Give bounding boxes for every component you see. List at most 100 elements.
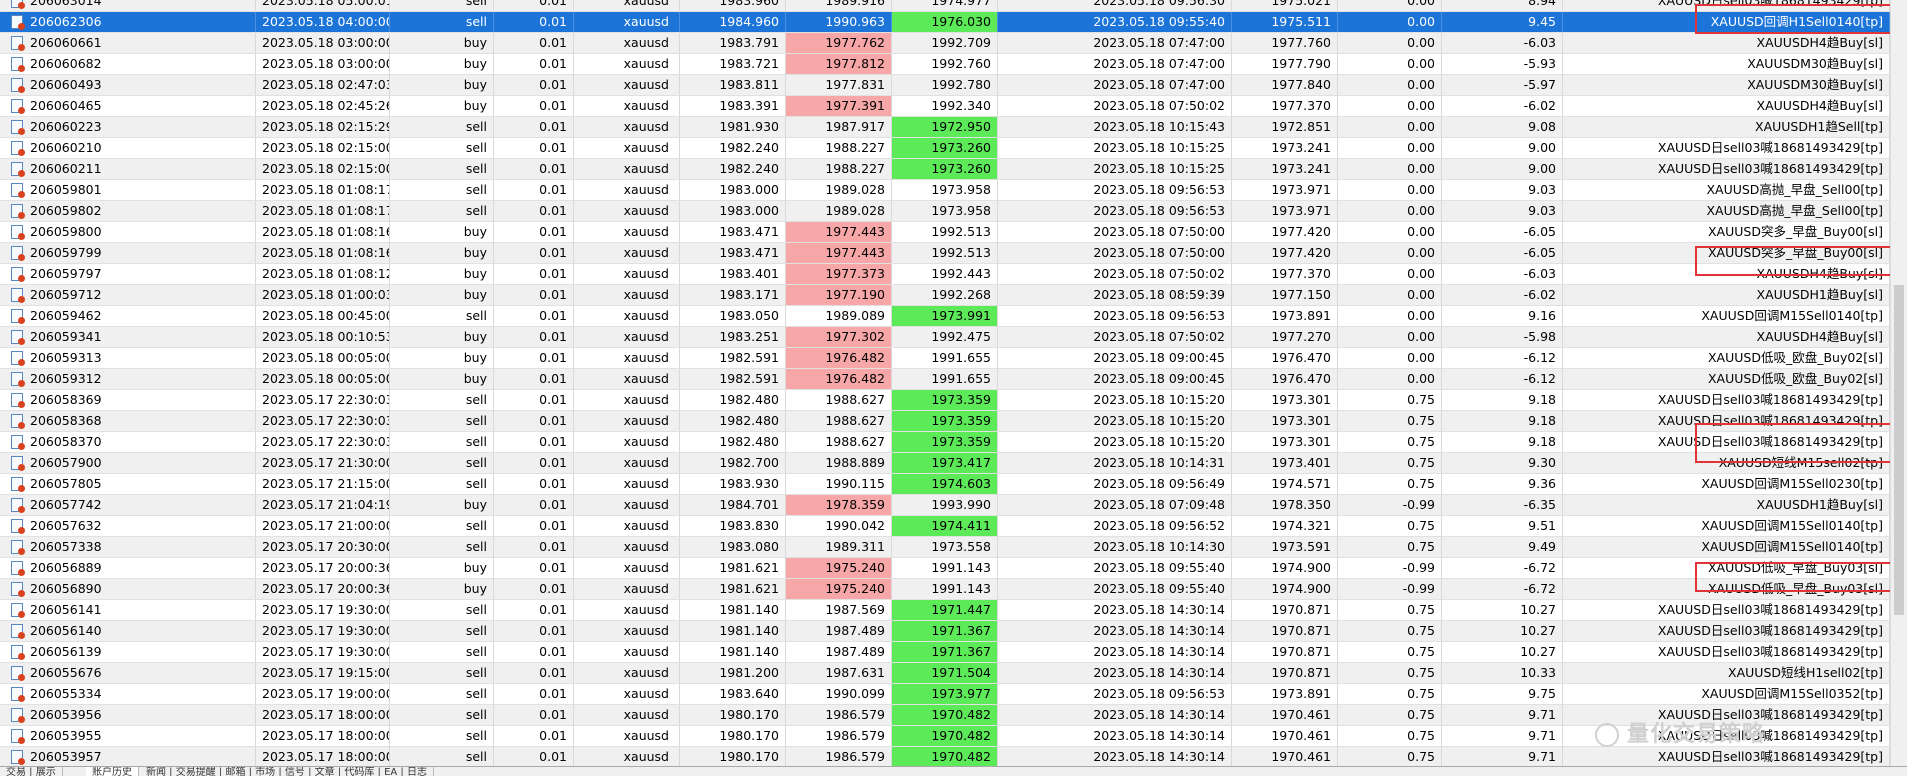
cell-open-time: 2023.05.18 04:00:00 [256,12,390,32]
cell-symbol: xauusd [574,663,680,683]
table-row[interactable]: 206063014 2023.05.18 05:00:01 sell 0.01 xauu… [0,0,1890,12]
table-row[interactable]: 206060223 2023.05.18 02:15:29 sell 0.01 xauu… [0,117,1890,138]
ticket-number: 206059799 [30,245,102,260]
ticket-number: 206060465 [30,98,102,113]
cell-comment: XAUUSD日sell03喊18681493429[tp] [1563,159,1890,179]
table-row[interactable]: 206059341 2023.05.18 00:10:53 buy 0.01 xauus… [0,327,1890,348]
table-row[interactable]: 206059800 2023.05.18 01:08:16 buy 0.01 xauus… [0,222,1890,243]
table-row[interactable]: 206058369 2023.05.17 22:30:03 sell 0.01 xauu… [0,390,1890,411]
table-row[interactable]: 206057900 2023.05.17 21:30:00 sell 0.01 xauu… [0,453,1890,474]
cell-sl: 1977.302 [786,327,892,347]
cell-tp: 1992.268 [892,285,998,305]
cell-commission: 0.75 [1338,642,1442,662]
cell-comment: XAUUSDH4趋Buy[sl] [1563,264,1890,284]
tab-account-history[interactable]: 账户历史 [86,767,139,776]
order-history-icon [11,519,25,534]
cell-type: sell [390,201,494,221]
cell-tp: 1973.958 [892,180,998,200]
cell-ticket: 206060682 [0,54,256,74]
order-history-icon [11,330,25,345]
cell-ticket: 206057805 [0,474,256,494]
cell-close-price: 1975.511 [1232,12,1338,32]
table-row[interactable]: 206060210 2023.05.18 02:15:00 sell 0.01 xauu… [0,138,1890,159]
table-row[interactable]: 206056889 2023.05.17 20:00:36 buy 0.01 xauus… [0,558,1890,579]
ticket-number: 206056889 [30,560,102,575]
table-row[interactable]: 206057338 2023.05.17 20:30:00 sell 0.01 xauu… [0,537,1890,558]
cell-open-time: 2023.05.17 22:30:03 [256,390,390,410]
cell-comment: XAUUSDH4趋Buy[sl] [1563,327,1890,347]
table-row[interactable]: 206060682 2023.05.18 03:00:00 buy 0.01 xauus… [0,54,1890,75]
table-row[interactable]: 206059799 2023.05.18 01:08:16 buy 0.01 xauus… [0,243,1890,264]
table-row[interactable]: 206058370 2023.05.17 22:30:03 sell 0.01 xauu… [0,432,1890,453]
cell-profit: 9.03 [1442,201,1563,221]
table-row[interactable]: 206060211 2023.05.18 02:15:00 sell 0.01 xauu… [0,159,1890,180]
cell-open-price: 1981.621 [680,579,786,599]
cell-sl: 1977.391 [786,96,892,116]
table-row[interactable]: 206059802 2023.05.18 01:08:17 sell 0.01 xauu… [0,201,1890,222]
table-row[interactable]: 206056890 2023.05.17 20:00:36 buy 0.01 xauus… [0,579,1890,600]
table-row[interactable]: 206059313 2023.05.18 00:05:00 buy 0.01 xauus… [0,348,1890,369]
cell-close-time: 2023.05.18 14:30:14 [998,705,1232,725]
table-row[interactable]: 206060661 2023.05.18 03:00:00 buy 0.01 xauus… [0,33,1890,54]
cell-volume: 0.01 [494,54,574,74]
cell-profit: 9.51 [1442,516,1563,536]
cell-open-time: 2023.05.17 21:15:00 [256,474,390,494]
cell-sl: 1990.042 [786,516,892,536]
table-row[interactable]: 206055334 2023.05.17 19:00:00 sell 0.01 xauu… [0,684,1890,705]
cell-close-time: 2023.05.18 07:50:02 [998,96,1232,116]
cell-comment: XAUUSDM30趋Buy[sl] [1563,75,1890,95]
ticket-number: 206062306 [30,14,102,29]
cell-commission: 0.75 [1338,537,1442,557]
table-row[interactable]: 206060465 2023.05.18 02:45:26 buy 0.01 xauus… [0,96,1890,117]
order-history-icon [11,99,25,114]
cell-type: sell [390,642,494,662]
cell-close-price: 1970.461 [1232,705,1338,725]
cell-sl: 1988.627 [786,411,892,431]
table-row[interactable]: 206057742 2023.05.17 21:04:19 buy 0.01 xauus… [0,495,1890,516]
cell-sl: 1988.627 [786,390,892,410]
cell-symbol: xauusd [574,621,680,641]
cell-ticket: 206060223 [0,117,256,137]
cell-type: sell [390,432,494,452]
ticket-number: 206060682 [30,56,102,71]
cell-commission: 0.75 [1338,747,1442,766]
cell-symbol: xauusd [574,96,680,116]
table-row[interactable]: 206060493 2023.05.18 02:47:03 buy 0.01 xauus… [0,75,1890,96]
cell-volume: 0.01 [494,621,574,641]
tab-others[interactable]: 新闻 | 交易提醒 | 邮箱 | 市场 | 信号 | 文章 | 代码库 | EA… [140,767,434,776]
cell-comment: XAUUSD日sell03喊18681493429[tp] [1563,642,1890,662]
table-row[interactable]: 206056141 2023.05.17 19:30:00 sell 0.01 xauu… [0,600,1890,621]
table-row[interactable]: 206057805 2023.05.17 21:15:00 sell 0.01 xauu… [0,474,1890,495]
table-row[interactable]: 206053957 2023.05.17 18:00:00 sell 0.01 xauu… [0,747,1890,766]
table-row[interactable]: 206055676 2023.05.17 19:15:00 sell 0.01 xauu… [0,663,1890,684]
cell-tp: 1991.143 [892,579,998,599]
cell-profit: 9.00 [1442,138,1563,158]
cell-open-price: 1981.930 [680,117,786,137]
cell-type: buy [390,369,494,389]
tab-trade[interactable]: 交易 | 展示 [0,767,63,776]
cell-symbol: xauusd [574,537,680,557]
table-row[interactable]: 206059801 2023.05.18 01:08:17 sell 0.01 xauu… [0,180,1890,201]
table-row[interactable]: 206059462 2023.05.18 00:45:00 sell 0.01 xauu… [0,306,1890,327]
cell-open-price: 1983.930 [680,474,786,494]
table-row[interactable]: 206056139 2023.05.17 19:30:00 sell 0.01 xauu… [0,642,1890,663]
table-row[interactable]: 206058368 2023.05.17 22:30:03 sell 0.01 xauu… [0,411,1890,432]
table-row[interactable]: 206059712 2023.05.18 01:00:03 buy 0.01 xauus… [0,285,1890,306]
table-row[interactable]: 206059797 2023.05.18 01:08:12 buy 0.01 xauus… [0,264,1890,285]
cell-open-price: 1980.170 [680,747,786,766]
ticket-number: 206060661 [30,35,102,50]
cell-close-time: 2023.05.18 14:30:14 [998,726,1232,746]
table-row[interactable]: 206059312 2023.05.18 00:05:00 buy 0.01 xauus… [0,369,1890,390]
cell-close-time: 2023.05.18 09:56:53 [998,684,1232,704]
vertical-scrollbar[interactable] [1890,0,1907,766]
cell-volume: 0.01 [494,33,574,53]
scrollbar-thumb[interactable] [1894,285,1904,615]
cell-profit: -6.02 [1442,285,1563,305]
table-row[interactable]: 206057632 2023.05.17 21:00:00 sell 0.01 xauu… [0,516,1890,537]
cell-commission: -0.99 [1338,495,1442,515]
cell-ticket: 206060210 [0,138,256,158]
table-row[interactable]: 206056140 2023.05.17 19:30:00 sell 0.01 xauu… [0,621,1890,642]
table-row[interactable]: 206062306 2023.05.18 04:00:00 sell 0.01 xauu… [0,12,1890,33]
cell-close-price: 1977.370 [1232,264,1338,284]
cell-open-price: 1982.480 [680,411,786,431]
